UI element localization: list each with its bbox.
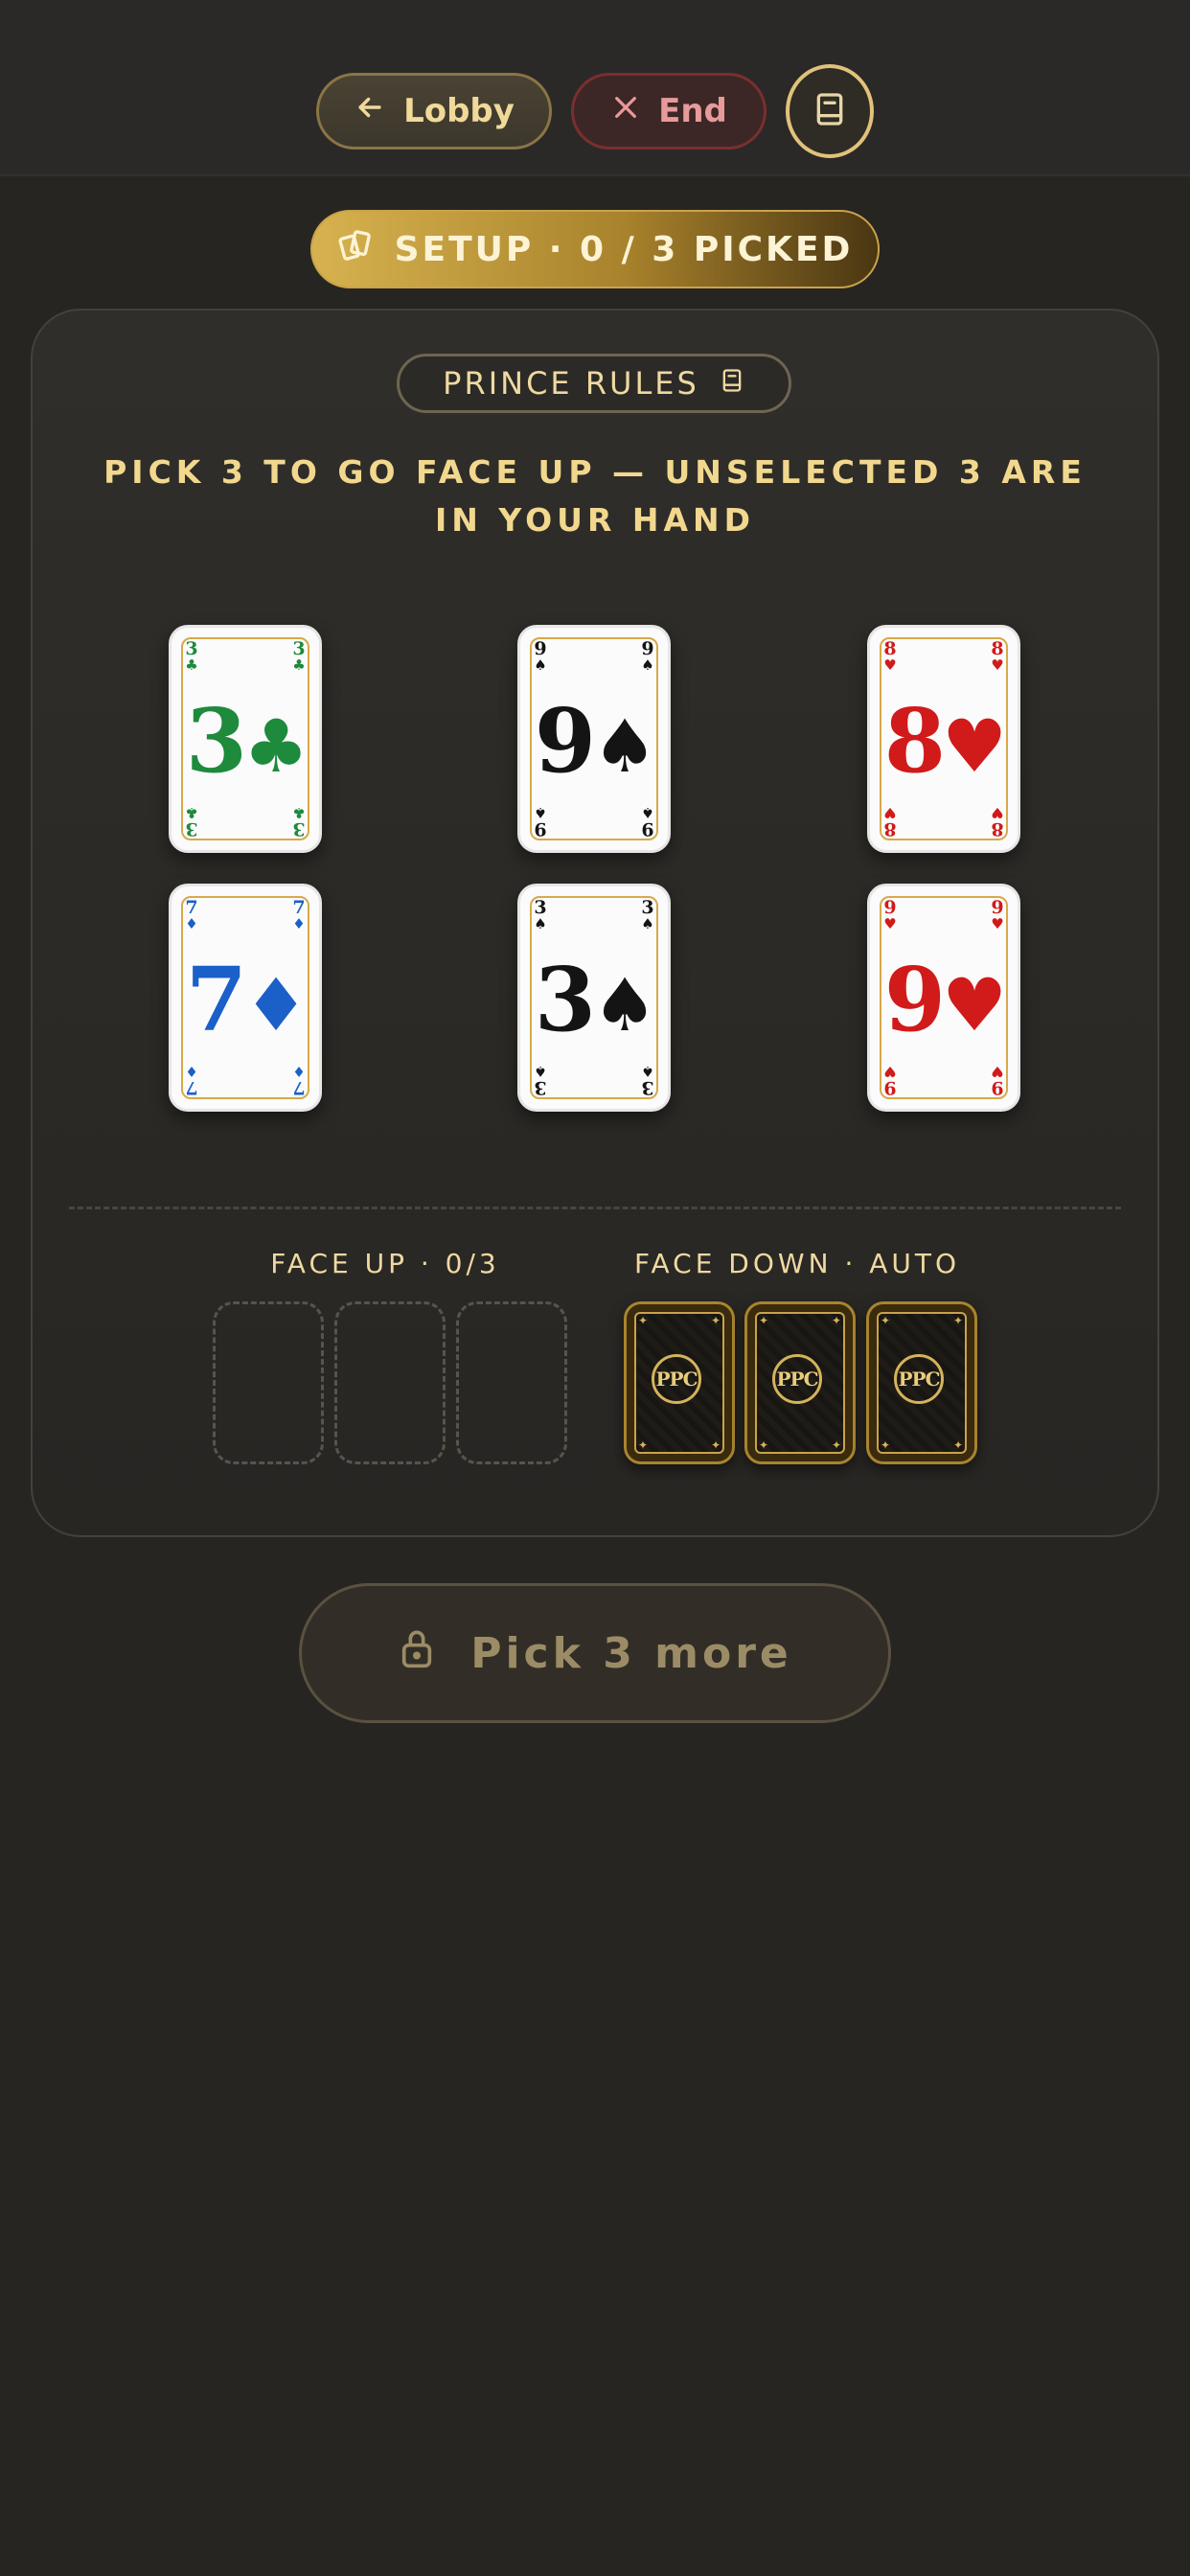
card-suit-icon: ♥ (941, 962, 1007, 1047)
divider (69, 1207, 1121, 1209)
card-center: 7♦ (172, 952, 319, 1053)
face-down-label: FACE DOWN · AUTO (633, 1248, 961, 1279)
end-button[interactable]: End (571, 73, 767, 150)
arrow-left-icon (354, 91, 386, 132)
book-icon (811, 90, 849, 132)
star-icon: ✦ (638, 1314, 649, 1327)
card-corner-index: 9 ♠ (641, 638, 654, 674)
star-icon: ✦ (759, 1438, 769, 1452)
card-suit-icon: ♣ (242, 703, 309, 789)
rules-book-button[interactable] (786, 64, 874, 158)
star-icon: ✦ (953, 1314, 964, 1327)
card-corner-index: 9 ♠ (641, 804, 654, 840)
card-corner-index: 8 ♥ (991, 804, 1004, 840)
card-center: 8♥ (870, 693, 1018, 794)
card-corner-index: 9 ♥ (883, 1063, 897, 1098)
hand-card[interactable]: 3 ♠ 3 ♠ 3 ♠ 3 ♠ 3♠ (517, 884, 671, 1112)
star-icon: ✦ (881, 1314, 891, 1327)
close-icon (610, 92, 641, 131)
card-corner-index: 7 ♦ (185, 1063, 198, 1098)
card-center: 3♣ (172, 693, 319, 794)
hand-card[interactable]: 3 ♣ 3 ♣ 3 ♣ 3 ♣ 3♣ (169, 625, 322, 853)
face-down-card: ✦ ✦ ✦ ✦ PPC (624, 1301, 735, 1464)
lobby-label: Lobby (403, 92, 515, 130)
face-up-slot[interactable] (213, 1301, 324, 1464)
card-corner-index: 8 ♥ (883, 804, 897, 840)
card-corner-index: 3 ♣ (185, 638, 198, 674)
face-down-card: ✦ ✦ ✦ ✦ PPC (744, 1301, 856, 1464)
star-icon: ✦ (832, 1438, 842, 1452)
card-suit-icon: ♥ (941, 703, 1007, 789)
end-label: End (658, 92, 727, 130)
hand-card[interactable]: 7 ♦ 7 ♦ 7 ♦ 7 ♦ 7♦ (169, 884, 322, 1112)
card-corner-index: 7 ♦ (292, 1063, 306, 1098)
card-corner-index: 8 ♥ (883, 638, 897, 674)
card-suit-icon: ♠ (591, 962, 657, 1047)
card-suit-icon: ♦ (242, 962, 309, 1047)
card-center: 9♥ (870, 952, 1018, 1053)
card-back-logo: PPC (652, 1354, 701, 1404)
book-icon (719, 365, 745, 402)
instructions-text: PICK 3 TO GO FACE UP — UNSELECTED 3 ARE … (103, 453, 1087, 539)
hand-card[interactable]: 9 ♥ 9 ♥ 9 ♥ 9 ♥ 9♥ (867, 884, 1020, 1112)
star-icon: ✦ (881, 1438, 891, 1452)
star-icon: ✦ (759, 1314, 769, 1327)
card-corner-index: 3 ♣ (292, 638, 306, 674)
card-corner-index: 7 ♦ (185, 897, 198, 932)
card-corner-index: 8 ♥ (991, 638, 1004, 674)
star-icon: ✦ (832, 1314, 842, 1327)
card-rank: 9 (883, 948, 946, 1051)
hand-card[interactable]: 8 ♥ 8 ♥ 8 ♥ 8 ♥ 8♥ (867, 625, 1020, 853)
star-icon: ✦ (711, 1314, 721, 1327)
top-bar: Lobby End (0, 0, 1190, 176)
face-up-label: FACE UP · 0/3 (270, 1248, 500, 1279)
cards-icon (337, 226, 376, 273)
face-up-slot[interactable] (456, 1301, 567, 1464)
card-corner-index: 3 ♣ (292, 804, 306, 840)
prince-rules-button[interactable]: PRINCE RULES (397, 354, 791, 413)
card-back-logo: PPC (894, 1354, 944, 1404)
rules-label: PRINCE RULES (443, 365, 699, 402)
star-icon: ✦ (711, 1438, 721, 1452)
card-corner-index: 9 ♥ (883, 897, 897, 932)
card-rank: 9 (534, 689, 596, 793)
card-rank: 3 (185, 689, 247, 793)
pick-more-button[interactable]: Pick 3 more (299, 1583, 891, 1723)
card-center: 9♠ (520, 693, 668, 794)
lobby-button[interactable]: Lobby (316, 73, 552, 150)
card-rank: 3 (534, 948, 596, 1051)
card-corner-index: 3 ♠ (534, 1063, 547, 1098)
hand-card[interactable]: 9 ♠ 9 ♠ 9 ♠ 9 ♠ 9♠ (517, 625, 671, 853)
setup-status-text: SETUP · 0 / 3 PICKED (394, 229, 854, 269)
face-down-card: ✦ ✦ ✦ ✦ PPC (866, 1301, 977, 1464)
card-rank: 7 (185, 948, 247, 1051)
card-center: 3♠ (520, 952, 668, 1053)
card-corner-index: 3 ♠ (641, 897, 654, 932)
card-corner-index: 9 ♠ (534, 638, 547, 674)
face-up-slot[interactable] (334, 1301, 446, 1464)
card-corner-index: 9 ♥ (991, 897, 1004, 932)
card-suit-icon: ♠ (591, 703, 657, 789)
pick-more-label: Pick 3 more (470, 1628, 792, 1678)
setup-status-badge: SETUP · 0 / 3 PICKED (310, 210, 880, 288)
card-corner-index: 3 ♠ (534, 897, 547, 932)
card-corner-index: 7 ♦ (292, 897, 306, 932)
card-back-logo: PPC (772, 1354, 822, 1404)
card-corner-index: 3 ♣ (185, 804, 198, 840)
lock-icon (398, 1627, 436, 1680)
star-icon: ✦ (953, 1438, 964, 1452)
card-corner-index: 9 ♥ (991, 1063, 1004, 1098)
card-corner-index: 3 ♠ (641, 1063, 654, 1098)
card-rank: 8 (883, 689, 946, 793)
card-corner-index: 9 ♠ (534, 804, 547, 840)
star-icon: ✦ (638, 1438, 649, 1452)
